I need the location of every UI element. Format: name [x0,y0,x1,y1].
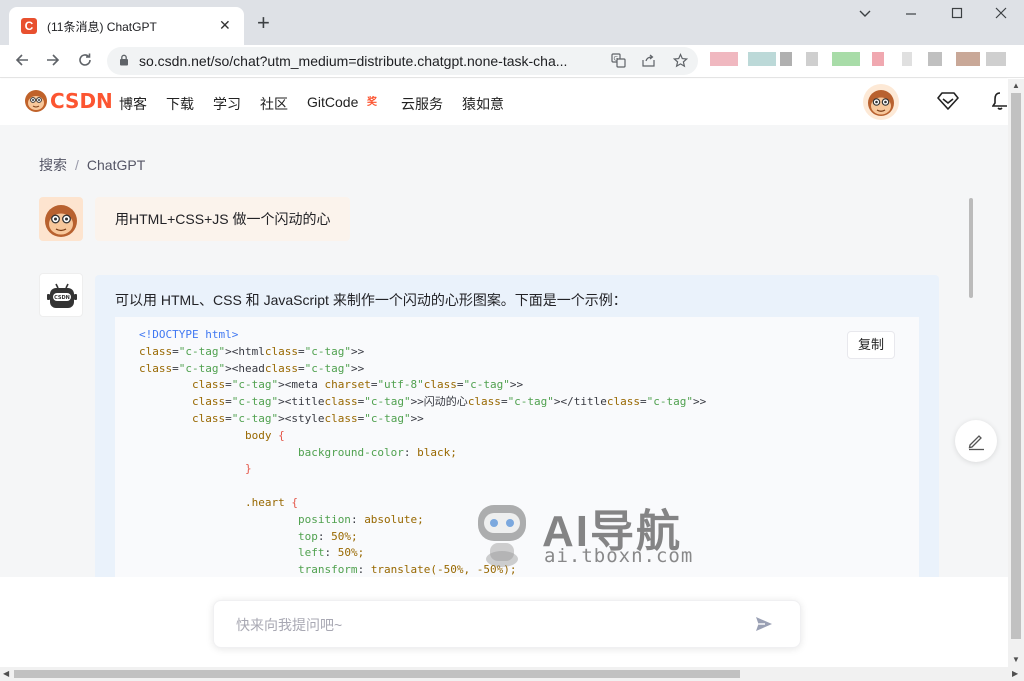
code-line: .heart { [244,495,298,509]
page-horizontal-scrollbar[interactable]: ◀ ▶ [0,667,1024,681]
scroll-right-arrow-icon[interactable]: ▶ [1012,669,1018,678]
extension-icon[interactable] [832,52,860,66]
translate-icon[interactable]: G [611,53,626,71]
copy-code-button[interactable]: 复制 [847,331,895,359]
tab-search-icon[interactable] [858,6,872,23]
extension-icon[interactable] [872,52,884,66]
share-icon[interactable] [641,53,656,71]
csdn-logo-text[interactable]: CSDN [50,89,113,113]
user-message-bubble: 用HTML+CSS+JS 做一个闪动的心 [95,197,351,241]
nav-item-download[interactable]: 下载 [166,94,194,114]
code-line: left: 50%; [297,546,365,560]
code-block: 复制 <!DOCTYPE html> class="c-tag"><htmlcla… [115,317,919,605]
csdn-monkey-logo-icon[interactable] [24,89,48,113]
question-input[interactable] [236,614,736,636]
page-vertical-scrollbar[interactable]: ▲ ▼ [1008,79,1024,667]
back-icon[interactable] [13,51,31,72]
extension-icon[interactable] [902,52,912,66]
csdn-favicon-icon: C [21,18,37,34]
nav-item-yuanruyi[interactable]: 猿如意 [462,94,504,114]
code-line: class="c-tag"><meta charset="utf-8"class… [191,378,524,392]
close-window-icon[interactable] [994,6,1008,23]
svg-text:G: G [614,56,619,63]
horizontal-scroll-thumb[interactable] [14,670,740,678]
code-line: body { [244,428,285,442]
bot-message-bubble: 可以用 HTML、CSS 和 JavaScript 来制作一个闪动的心形图案。下… [95,275,939,605]
nav-item-blog[interactable]: 博客 [119,94,147,114]
edit-button[interactable] [955,420,997,462]
breadcrumb-separator: / [75,157,79,173]
composer-area [0,577,1008,667]
bot-intro-text: 可以用 HTML、CSS 和 JavaScript 来制作一个闪动的心形图案。下… [115,292,627,308]
code-line: class="c-tag"><titleclass="c-tag">>闪动的心c… [191,395,707,409]
code-line: } [244,462,252,476]
forward-icon[interactable] [44,51,62,72]
menu-icon[interactable] [986,52,1006,66]
code-line: <!DOCTYPE html> [139,328,239,341]
browser-toolbar: so.csdn.net/so/chat?utm_medium=distribut… [0,45,1024,78]
send-icon[interactable] [754,614,774,634]
scroll-up-arrow-icon[interactable]: ▲ [1012,81,1020,90]
breadcrumb-current: ChatGPT [86,157,146,173]
extension-icon[interactable] [710,52,738,66]
page-scroll-thumb[interactable] [1011,93,1021,639]
tab-title: (11条消息) ChatGPT [47,20,157,34]
notification-bell-icon[interactable] [992,91,1008,111]
minimize-icon[interactable] [904,6,918,23]
tab-close-icon[interactable]: ✕ [219,17,231,34]
nav-item-community[interactable]: 社区 [260,94,288,114]
browser-title-bar: C (11条消息) ChatGPT ✕ + [0,0,1024,45]
reload-icon[interactable] [76,51,94,72]
extension-icon[interactable] [748,52,776,66]
user-avatar [39,197,83,241]
scroll-down-arrow-icon[interactable]: ▼ [1012,655,1020,664]
lock-icon [120,54,128,66]
vip-diamond-icon[interactable] [937,91,959,111]
browser-tab[interactable]: C (11条消息) ChatGPT ✕ [9,7,244,45]
extension-icon[interactable] [928,52,942,66]
gitcode-reward-badge: 奖 [367,97,377,108]
pencil-icon [968,435,984,451]
nav-item-learn[interactable]: 学习 [213,94,241,114]
code-line: background-color: black; [297,445,457,459]
composer [213,600,801,648]
code-line: top: 50%; [297,529,358,543]
new-tab-icon[interactable]: + [257,12,270,34]
extension-icon[interactable] [806,52,818,66]
code-line: position: absolute; [297,512,424,526]
breadcrumb-search-link[interactable]: 搜索 [39,157,67,173]
svg-text:CSDN: CSDN [54,295,70,301]
profile-avatar[interactable] [956,52,980,66]
nav-item-gitcode[interactable]: GitCode [307,94,358,110]
scroll-left-arrow-icon[interactable]: ◀ [3,669,9,678]
chat-scrollbar[interactable] [969,198,973,298]
user-avatar-header[interactable] [863,84,899,120]
code-line: class="c-tag"><htmlclass="c-tag">> [139,344,365,358]
site-header: CSDN 博客 下载 学习 社区 GitCode 奖 云服务 猿如意 [0,79,1008,125]
address-bar[interactable]: so.csdn.net/so/chat?utm_medium=distribut… [107,47,698,75]
code-content: <!DOCTYPE html> class="c-tag"><htmlclass=… [139,327,706,579]
chatgpt-bot-avatar-icon: CSDN [39,273,83,317]
extension-icon[interactable] [780,52,792,66]
star-icon[interactable] [672,53,689,71]
breadcrumb: 搜索 / ChatGPT [39,155,145,175]
code-line: class="c-tag"><headclass="c-tag">> [139,361,365,375]
url-text: so.csdn.net/so/chat?utm_medium=distribut… [139,53,568,69]
nav-item-cloud[interactable]: 云服务 [401,94,443,114]
code-line: class="c-tag"><styleclass="c-tag">> [191,411,424,425]
maximize-icon[interactable] [950,6,964,23]
chat-page: 搜索 / ChatGPT 用HTML+CSS+JS 做一个闪动的心 CSDN 可以用… [0,125,1008,667]
